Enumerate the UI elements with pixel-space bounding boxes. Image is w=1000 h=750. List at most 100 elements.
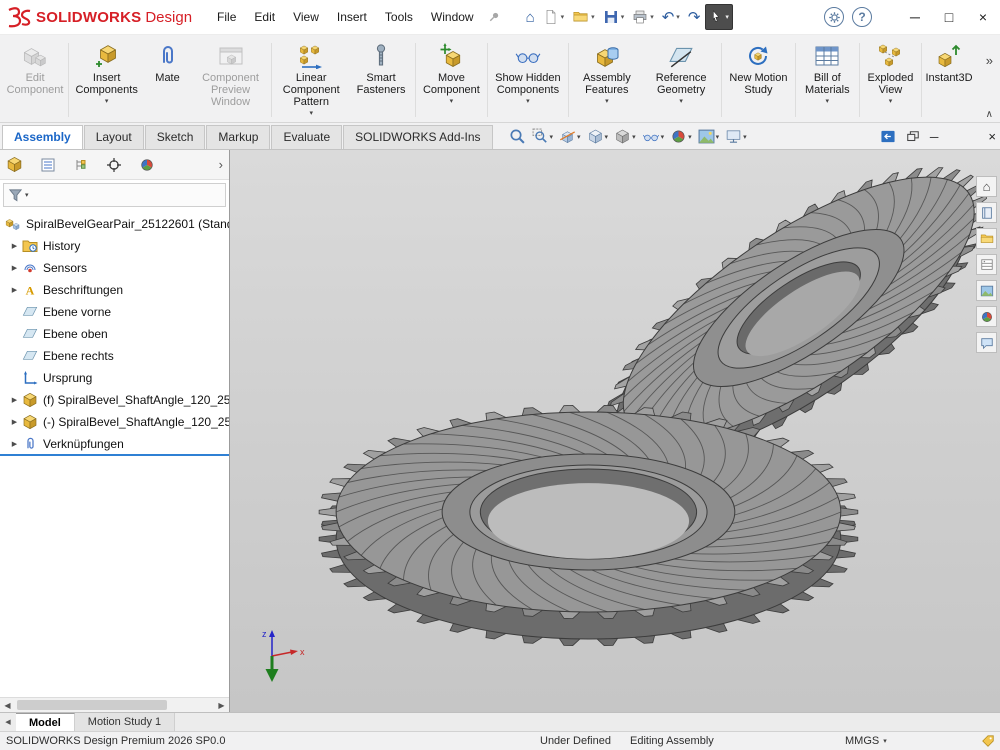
ribbon-show-hidden-components-button[interactable]: Show Hidden Components ▾ [490,38,566,122]
options-gear-button[interactable] [824,7,844,27]
tree-item-right-plane[interactable]: Ebene rechts [0,345,229,367]
tags-icon[interactable] [981,734,995,748]
expand-arrow-icon[interactable]: ▶ [8,396,21,404]
ribbon-separator [859,43,860,117]
ribbon-instant3d-button[interactable]: Instant3D [924,38,974,122]
ribbon-collapse-button[interactable]: ∧ [986,109,993,120]
graphics-viewport[interactable]: ⌂ z x [230,150,1000,712]
ribbon-mate-button[interactable]: Mate [143,38,193,122]
displaymanager-tab[interactable] [139,157,155,173]
tab-layout[interactable]: Layout [84,125,144,149]
close-document-icon[interactable]: × [988,129,996,144]
undo-button[interactable]: ↶ ▾ [659,4,683,30]
view-palette-button[interactable] [976,280,997,301]
scrollbar-thumb[interactable] [17,700,167,710]
featuremanager-tab[interactable] [6,156,23,173]
menu-view[interactable]: View [284,5,328,29]
tab-scroll-left-icon[interactable]: ◀ [0,713,16,731]
tree-item-part-fixed[interactable]: ▶ (f) SpiralBevel_ShaftAngle_120_25 [0,389,229,411]
propertymanager-tab[interactable] [40,157,56,173]
window-close-button[interactable]: × [966,3,1000,31]
zoom-to-area-button[interactable]: ▾ [531,127,555,146]
menu-edit[interactable]: Edit [245,5,284,29]
dimxpertmanager-tab[interactable] [106,157,122,173]
tree-root-assembly[interactable]: SpiralBevelGearPair_25122601 (Standar [0,213,229,235]
redo-button[interactable]: ↷ [685,4,704,30]
expand-arrow-icon[interactable]: ▶ [8,242,21,250]
orientation-triad[interactable]: z x [250,624,316,686]
solidworks-resources-button[interactable] [976,202,997,223]
print-button[interactable]: ▾ [629,4,657,30]
ribbon-bill-of-materials-button[interactable]: Bill of Materials ▾ [798,38,857,122]
ribbon-insert-components-button[interactable]: Insert Components ▾ [71,38,143,122]
view-orientation-button[interactable]: ▾ [586,127,610,146]
home-tab-button[interactable]: ⌂ [976,176,997,197]
ribbon-move-component-button[interactable]: Move Component ▾ [418,38,486,122]
menu-pin-icon[interactable] [487,10,501,24]
tab-sketch[interactable]: Sketch [145,125,206,149]
tree-item-front-plane[interactable]: Ebene vorne [0,301,229,323]
scroll-right-arrow-icon[interactable]: ▶ [214,701,229,710]
units-dropdown[interactable]: MMGS ▾ [845,735,887,747]
tree-item-mates[interactable]: ▶ Verknüpfungen [0,433,229,455]
design-library-button[interactable] [976,228,997,249]
tab-assembly[interactable]: Assembly [2,125,83,149]
home-button[interactable]: ⌂ [523,4,538,30]
section-view-button[interactable]: ▾ [558,127,582,146]
hide-show-items-button[interactable]: ▾ [641,127,666,146]
open-button[interactable]: ▾ [569,4,598,30]
scroll-left-arrow-icon[interactable]: ◀ [0,701,15,710]
tree-item-origin[interactable]: Ursprung [0,367,229,389]
menu-tools[interactable]: Tools [376,5,422,29]
tab-model[interactable]: Model [16,713,75,731]
ribbon-assembly-features-button[interactable]: Assembly Features ▾ [571,38,644,122]
tab-motion-study-1[interactable]: Motion Study 1 [75,713,175,731]
expand-arrow-icon[interactable]: ▶ [8,440,21,448]
select-tool-button[interactable]: ▾ [705,4,733,30]
expand-arrow-icon[interactable]: ▶ [8,418,21,426]
ribbon-linear-component-pattern-button[interactable]: Linear Component Pattern ▾ [273,38,349,122]
scrollbar-track[interactable] [15,698,214,712]
ribbon-new-motion-study-button[interactable]: New Motion Study [724,38,793,122]
tab-solidworks-addins[interactable]: SOLIDWORKS Add-Ins [343,125,492,149]
help-button[interactable]: ? [852,7,872,27]
appearances-scenes-button[interactable] [976,306,997,327]
ribbon-overflow-button[interactable]: » [986,53,993,68]
ribbon-reference-geometry-button[interactable]: Reference Geometry ▾ [643,38,719,122]
window-minimize-button[interactable]: ─ [898,3,932,31]
ribbon-smart-fasteners-button[interactable]: Smart Fasteners [349,38,413,122]
configurationmanager-tab[interactable] [73,157,89,173]
menu-insert[interactable]: Insert [328,5,376,29]
expand-arrow-icon[interactable]: ▶ [8,264,21,272]
panel-chevron-icon[interactable]: › [219,157,223,172]
edit-appearance-button[interactable]: ▾ [669,127,693,146]
menu-file[interactable]: File [208,5,245,29]
tree-item-part-floating[interactable]: ▶ (-) SpiralBevel_ShaftAngle_120_25 [0,411,229,433]
tree-item-top-plane[interactable]: Ebene oben [0,323,229,345]
reference-geometry-icon [668,42,694,70]
file-explorer-button[interactable] [976,254,997,275]
custom-properties-button[interactable] [976,332,997,353]
display-style-button[interactable]: ▾ [613,127,637,146]
restore-window-icon[interactable] [906,130,920,144]
minimize-pane-icon[interactable]: ─ [930,130,939,144]
menu-window[interactable]: Window [422,5,483,29]
tree-horizontal-scrollbar[interactable]: ◀ ▶ [0,697,229,712]
tree-filter-bar[interactable]: ▾ [3,183,226,207]
tree-item-sensors[interactable]: ▶ Sensors [0,257,229,279]
ribbon-button-label: Reference Geometry [647,72,715,96]
tree-item-history[interactable]: ▶ History [0,235,229,257]
select-cursor-icon [709,9,723,25]
expand-arrow-icon[interactable]: ▶ [8,286,21,294]
tab-evaluate[interactable]: Evaluate [271,125,342,149]
window-maximize-button[interactable]: □ [932,3,966,31]
tab-markup[interactable]: Markup [206,125,270,149]
ribbon-exploded-view-button[interactable]: Exploded View ▾ [862,38,920,122]
apply-scene-button[interactable]: ▾ [697,127,721,146]
undock-pane-icon[interactable] [880,129,896,144]
new-document-button[interactable]: ▾ [540,4,568,30]
save-button[interactable]: ▾ [600,4,628,30]
view-settings-button[interactable]: ▾ [724,127,748,146]
tree-item-annotations[interactable]: ▶ A Beschriftungen [0,279,229,301]
zoom-to-fit-button[interactable] [508,127,527,146]
